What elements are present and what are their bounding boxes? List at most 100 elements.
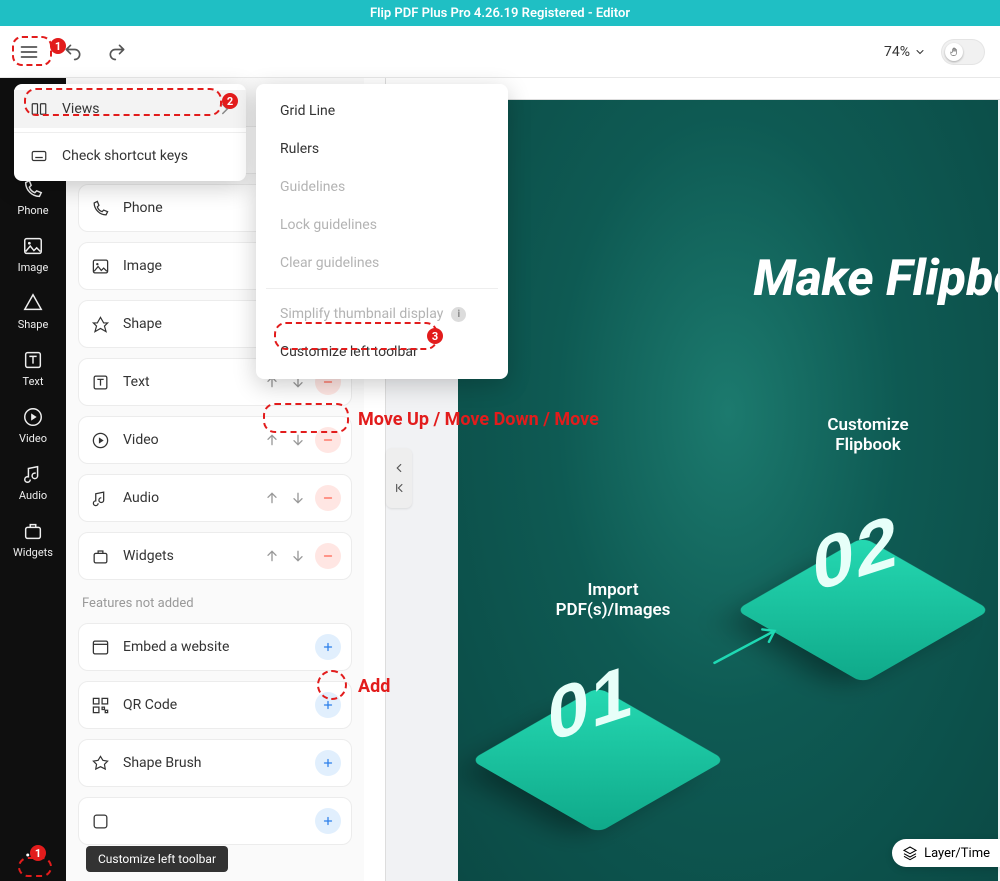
annotation-badge-1: 1 xyxy=(50,38,66,54)
views-icon xyxy=(30,100,48,118)
panel-item-label: Audio xyxy=(123,490,259,506)
title-bar: Flip PDF Plus Pro 4.26.19 Registered - E… xyxy=(0,0,1000,26)
submenu-grid[interactable]: Grid Line xyxy=(256,92,508,130)
video-icon xyxy=(89,429,111,451)
sidebar-label: Video xyxy=(19,432,47,445)
more-tooltip: Customize left toolbar xyxy=(86,846,228,872)
submenu-guidelines: Guidelines xyxy=(256,168,508,206)
sidebar-item-phone[interactable]: Phone xyxy=(0,178,66,217)
move-down-button[interactable] xyxy=(285,427,311,453)
layer-button-label: Layer/Time xyxy=(924,846,990,861)
sidebar-label: Image xyxy=(18,261,49,274)
hamburger-icon xyxy=(19,42,39,62)
tile-01-label: ImportPDF(s)/Images xyxy=(513,580,713,620)
move-down-button[interactable] xyxy=(285,543,311,569)
widgets-icon xyxy=(89,545,111,567)
panel-item-qrcode[interactable]: QR Code xyxy=(78,681,352,729)
sidebar-item-image[interactable]: Image xyxy=(0,235,66,274)
move-up-button[interactable] xyxy=(259,427,285,453)
submenu-label: Simplify thumbnail display xyxy=(280,306,443,322)
sidebar-label: Text xyxy=(23,375,44,388)
submenu-divider xyxy=(266,288,498,289)
zoom-control[interactable]: 74% xyxy=(884,44,926,60)
menu-item-views[interactable]: Views xyxy=(14,90,246,128)
sidebar-label: Audio xyxy=(19,489,47,502)
remove-button[interactable] xyxy=(315,427,341,453)
hero-text: Make Flipboo xyxy=(753,250,998,308)
add-button[interactable] xyxy=(315,634,341,660)
panel-item-embed[interactable]: Embed a website xyxy=(78,623,352,671)
canvas-page[interactable]: Make Flipboo CustomizeFlipbook 02 Import… xyxy=(458,100,998,881)
zoom-value: 74% xyxy=(884,44,910,60)
panel-item-shapebrush[interactable]: Shape Brush xyxy=(78,739,352,787)
panel-item-label: Embed a website xyxy=(123,639,315,655)
text-icon xyxy=(22,349,44,371)
shape-icon xyxy=(22,292,44,314)
panel-item-widgets[interactable]: Widgets xyxy=(78,532,352,580)
phone-icon xyxy=(22,178,44,200)
annotation-badge-bottom: 1 xyxy=(30,845,46,861)
brush-icon xyxy=(89,752,111,774)
redo-button[interactable] xyxy=(98,33,136,71)
sidebar-item-widgets[interactable]: Widgets xyxy=(0,520,66,559)
move-up-button[interactable] xyxy=(259,543,285,569)
sidebar-item-video[interactable]: Video xyxy=(0,406,66,445)
move-up-button[interactable] xyxy=(259,485,285,511)
menu-divider xyxy=(14,132,246,133)
preview-toggle[interactable] xyxy=(942,40,984,64)
page-nav-pill[interactable] xyxy=(386,448,412,508)
layer-timeline-button[interactable]: Layer/Time xyxy=(892,839,1000,867)
main-menu-dropdown: Views Check shortcut keys xyxy=(14,84,246,181)
panel-item-label: Text xyxy=(123,374,259,390)
embed-icon xyxy=(89,636,111,658)
undo-icon xyxy=(63,42,83,62)
annotation-label-add: Add xyxy=(358,676,390,697)
submenu-lock-guidelines: Lock guidelines xyxy=(256,206,508,244)
panel-item-video[interactable]: Video xyxy=(78,416,352,464)
remove-button[interactable] xyxy=(315,543,341,569)
shape-icon xyxy=(89,313,111,335)
image-icon xyxy=(89,255,111,277)
tile-02-label: CustomizeFlipbook xyxy=(768,415,968,455)
sidebar-item-text[interactable]: Text xyxy=(0,349,66,388)
panel-item-label: Widgets xyxy=(123,548,259,564)
remove-button[interactable] xyxy=(315,485,341,511)
panel-item-label: Shape Brush xyxy=(123,755,315,771)
menu-item-label: Views xyxy=(62,101,100,117)
menu-item-label: Check shortcut keys xyxy=(62,148,188,164)
menu-item-shortcut[interactable]: Check shortcut keys xyxy=(14,137,246,175)
tile-01: 01 xyxy=(498,640,708,790)
text-icon xyxy=(89,371,111,393)
qrcode-icon xyxy=(89,694,111,716)
layers-icon xyxy=(902,845,918,861)
chevron-left-icon xyxy=(392,461,406,475)
hand-icon xyxy=(949,46,960,57)
chevron-down-icon xyxy=(914,46,926,58)
sidebar-item-audio[interactable]: Audio xyxy=(0,463,66,502)
phone-icon xyxy=(89,197,111,219)
annotation-badge-2: 2 xyxy=(222,93,238,109)
image-icon xyxy=(22,235,44,257)
first-page-icon xyxy=(392,481,406,495)
move-down-button[interactable] xyxy=(285,485,311,511)
add-button[interactable] xyxy=(315,750,341,776)
views-submenu: Grid Line Rulers Guidelines Lock guideli… xyxy=(256,84,508,379)
annotation-label-move: Move Up / Move Down / Move xyxy=(358,409,599,430)
submenu-rulers[interactable]: Rulers xyxy=(256,130,508,168)
submenu-clear-guidelines: Clear guidelines xyxy=(256,244,508,282)
audio-icon xyxy=(89,487,111,509)
panel-item-extra[interactable] xyxy=(78,797,352,845)
submenu-customize[interactable]: Customize left toolbar xyxy=(256,333,508,371)
submenu-simplify[interactable]: Simplify thumbnail display i xyxy=(256,295,508,333)
sidebar-label: Widgets xyxy=(13,546,53,559)
hamburger-button[interactable] xyxy=(10,33,48,71)
add-button[interactable] xyxy=(315,808,341,834)
audio-icon xyxy=(22,463,44,485)
info-icon: i xyxy=(451,307,466,322)
sidebar-item-shape[interactable]: Shape xyxy=(0,292,66,331)
panel-item-label: Video xyxy=(123,432,259,448)
tile-02: 02 xyxy=(763,490,973,640)
panel-item-label: QR Code xyxy=(123,697,315,713)
panel-item-audio[interactable]: Audio xyxy=(78,474,352,522)
add-button[interactable] xyxy=(315,692,341,718)
